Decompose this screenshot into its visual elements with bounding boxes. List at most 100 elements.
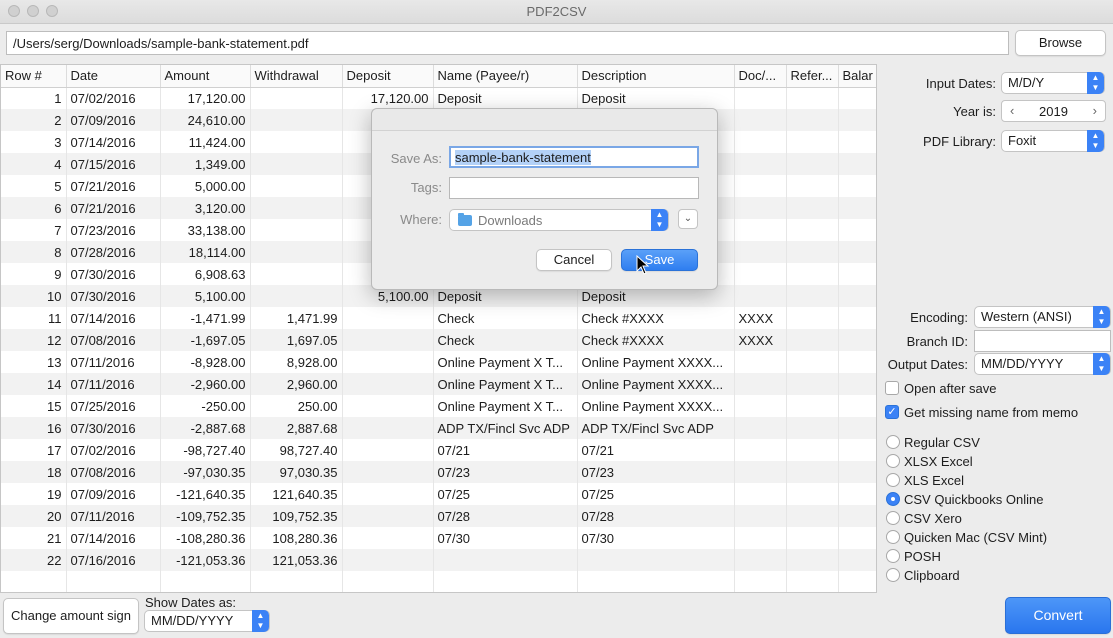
column-header[interactable]: Doc/... (734, 65, 787, 88)
get-missing-name-checkbox[interactable]: ✓ (885, 405, 899, 419)
save-as-label: Save As: (390, 151, 442, 166)
format-radio[interactable] (886, 435, 900, 449)
column-header[interactable]: Balar (838, 65, 876, 88)
column-header[interactable]: Amount (160, 65, 251, 88)
table-cell: 07/30 (577, 527, 735, 549)
table-cell (734, 131, 787, 153)
table-cell (786, 285, 839, 307)
table-row[interactable]: 16 07/30/2016 -2,887.68 2,887.68 ADP TX/Finc… (1, 417, 876, 439)
table-cell (250, 131, 343, 153)
table-cell: 2,960.00 (250, 373, 343, 395)
cancel-button[interactable]: Cancel (536, 249, 612, 271)
get-missing-name-label: Get missing name from memo (904, 405, 1079, 420)
table-cell: -2,960.00 (160, 373, 251, 395)
table-row[interactable]: 12 07/08/2016 -1,697.05 1,697.05 Check Check … (1, 329, 876, 351)
tags-input[interactable] (449, 177, 699, 199)
save-as-input[interactable]: sample-bank-statement (449, 146, 699, 168)
mouse-cursor-icon (636, 255, 650, 275)
year-value: 2019 (1039, 104, 1068, 119)
table-row[interactable]: 13 07/11/2016 -8,928.00 8,928.00 Online Paym… (1, 351, 876, 373)
table-cell: 5,100.00 (160, 285, 251, 307)
table-row[interactable]: 14 07/11/2016 -2,960.00 2,960.00 Online Paym… (1, 373, 876, 395)
table-cell: 7 (1, 219, 67, 241)
open-after-save-checkbox[interactable] (885, 381, 899, 395)
show-dates-select[interactable]: MM/DD/YYYY ▲ ▼ (144, 610, 270, 632)
table-cell (734, 351, 787, 373)
table-cell: 5,000.00 (160, 175, 251, 197)
file-path-input[interactable]: /Users/serg/Downloads/sample-bank-statem… (6, 31, 1009, 55)
column-header[interactable]: Row # (1, 65, 67, 88)
table-cell (838, 197, 876, 219)
where-select[interactable]: Downloads ▲ ▼ (449, 209, 669, 231)
format-radio[interactable] (886, 473, 900, 487)
convert-button[interactable]: Convert (1005, 597, 1111, 634)
table-row[interactable]: 22 07/16/2016 -121,053.36 121,053.36 (1, 549, 876, 571)
table-cell (577, 571, 735, 592)
expand-dialog-button[interactable]: ⌄ (678, 209, 698, 229)
table-row[interactable]: 20 07/11/2016 -109,752.35 109,752.35 07/28 07… (1, 505, 876, 527)
column-header[interactable]: Deposit (342, 65, 434, 88)
table-cell (433, 571, 578, 592)
table-row[interactable]: 19 07/09/2016 -121,640.35 121,640.35 07/25 07… (1, 483, 876, 505)
column-header[interactable]: Date (66, 65, 161, 88)
table-cell (838, 549, 876, 571)
column-header[interactable]: Withdrawal (250, 65, 343, 88)
table-cell (734, 175, 787, 197)
table-cell: 07/21 (577, 439, 735, 461)
branch-id-input[interactable] (974, 330, 1111, 352)
table-row[interactable]: 11 07/14/2016 -1,471.99 1,471.99 Check Check … (1, 307, 876, 329)
pdf-library-select[interactable]: Foxit ▲ ▼ (1001, 130, 1105, 152)
format-radio[interactable] (886, 530, 900, 544)
table-cell: 07/16/2016 (66, 549, 161, 571)
table-cell (838, 571, 876, 592)
table-cell (786, 131, 839, 153)
column-header[interactable]: Name (Payee/r) (433, 65, 578, 88)
chevron-right-icon[interactable]: › (1093, 103, 1097, 118)
table-cell: XXXX (734, 307, 787, 329)
format-radio[interactable] (886, 568, 900, 582)
table-cell: Online Payment XXXX... (577, 373, 735, 395)
table-cell (734, 285, 787, 307)
table-row[interactable]: 21 07/14/2016 -108,280.36 108,280.36 07/30 07… (1, 527, 876, 549)
table-cell (838, 263, 876, 285)
table-cell: 6,908.63 (160, 263, 251, 285)
table-cell (250, 571, 343, 592)
encoding-select[interactable]: Western (ANSI) ▲ ▼ (974, 306, 1111, 328)
table-cell (342, 351, 434, 373)
table-cell (838, 241, 876, 263)
column-header[interactable]: Refer... (786, 65, 839, 88)
browse-button[interactable]: Browse (1015, 30, 1106, 56)
format-radio[interactable] (886, 454, 900, 468)
input-dates-select[interactable]: M/D/Y ▲ ▼ (1001, 72, 1105, 94)
format-radio[interactable] (886, 549, 900, 563)
table-cell (734, 109, 787, 131)
chevron-updown-icon: ▲ ▼ (1093, 353, 1110, 375)
folder-icon (458, 213, 472, 226)
output-dates-select[interactable]: MM/DD/YYYY ▲ ▼ (974, 353, 1111, 375)
table-cell (786, 263, 839, 285)
show-dates-value: MM/DD/YYYY (151, 613, 234, 628)
change-amount-sign-button[interactable]: Change amount sign (3, 598, 139, 634)
table-cell (838, 307, 876, 329)
table-row[interactable]: 15 07/25/2016 -250.00 250.00 Online Payment … (1, 395, 876, 417)
table-cell (786, 241, 839, 263)
table-cell: Online Payment X T... (433, 395, 578, 417)
table-cell (786, 329, 839, 351)
table-cell: 8,928.00 (250, 351, 343, 373)
table-row[interactable]: 18 07/08/2016 -97,030.35 97,030.35 07/23 07/2… (1, 461, 876, 483)
table-cell (734, 461, 787, 483)
table-cell (786, 351, 839, 373)
table-cell (250, 109, 343, 131)
table-row[interactable]: 1 07/02/2016 17,120.00 17,120.00 Deposit Depo… (1, 87, 876, 109)
column-header[interactable]: Description (577, 65, 735, 88)
table-row[interactable]: 17 07/02/2016 -98,727.40 98,727.40 07/21 07/2… (1, 439, 876, 461)
table-cell: 13 (1, 351, 67, 373)
format-radio[interactable] (886, 511, 900, 525)
table-cell: 15 (1, 395, 67, 417)
year-stepper[interactable]: ‹ 2019 › (1001, 100, 1106, 122)
format-radio[interactable] (886, 492, 900, 506)
table-cell: -97,030.35 (160, 461, 251, 483)
table-cell: 14 (1, 373, 67, 395)
table-cell: 24,610.00 (160, 109, 251, 131)
save-button[interactable]: Save (621, 249, 698, 271)
